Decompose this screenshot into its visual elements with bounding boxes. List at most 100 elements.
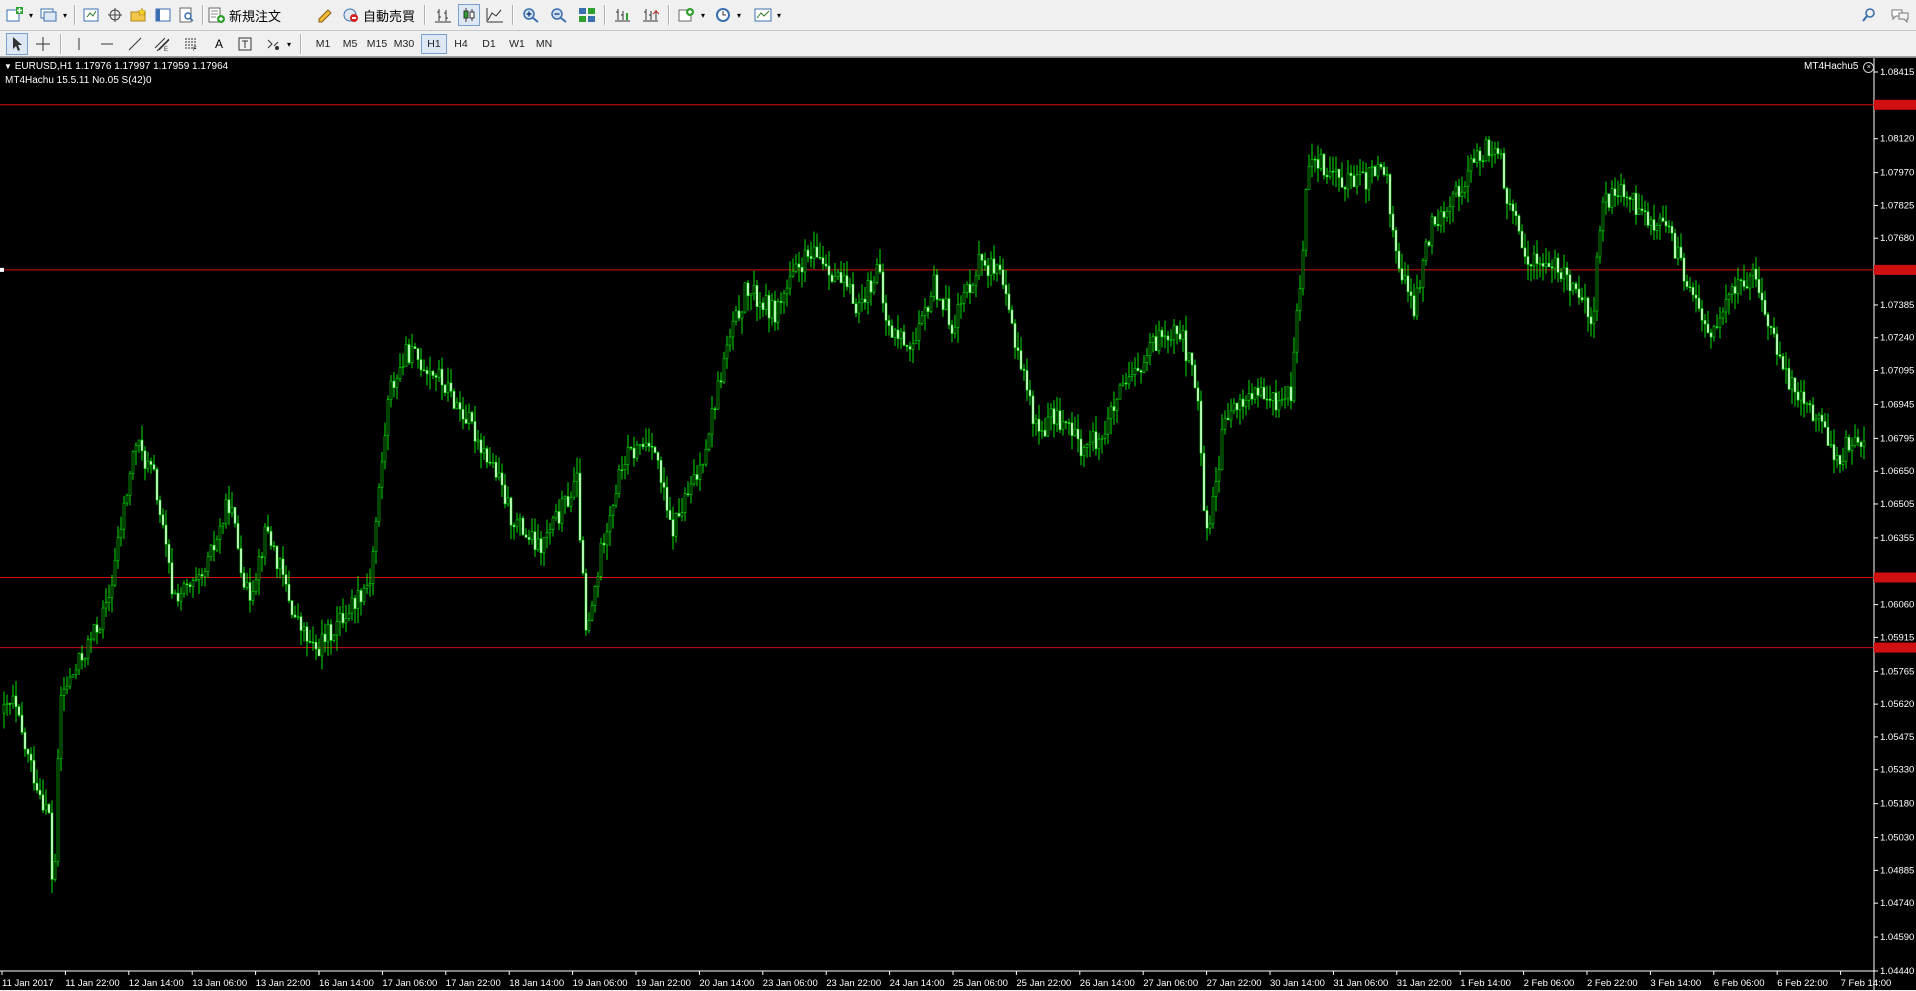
timeframe-m5[interactable]: M5 — [337, 34, 363, 54]
candle-body — [497, 472, 501, 478]
collapse-triangle-icon[interactable]: ▼ — [4, 62, 12, 71]
new-order-button[interactable]: 新規注文 — [208, 4, 288, 26]
y-tick-label: 1.07385 — [1880, 300, 1914, 311]
timeframe-m30[interactable]: M30 — [391, 34, 417, 54]
zoom-out-button[interactable] — [548, 4, 570, 26]
market-watch-button[interactable] — [80, 4, 102, 26]
candle-body — [965, 284, 969, 293]
candle-body — [794, 263, 798, 272]
vertical-line-button[interactable] — [68, 33, 90, 55]
x-tick-label: 18 Jan 14:00 — [509, 978, 564, 989]
candle-body — [689, 483, 693, 496]
metaeditor-button[interactable] — [314, 4, 336, 26]
auto-scroll-button[interactable] — [640, 4, 662, 26]
templates-button[interactable] — [752, 4, 774, 26]
timeframe-m1[interactable]: M1 — [310, 34, 336, 54]
candle-body — [1826, 426, 1830, 446]
candle-body — [1028, 389, 1032, 397]
chevron-down-icon[interactable]: ▾ — [774, 4, 784, 26]
navigator-button[interactable] — [128, 4, 150, 26]
fibonacci-button[interactable]: F — [180, 33, 202, 55]
new-chart-button[interactable] — [4, 4, 26, 26]
indicators-button[interactable] — [676, 4, 698, 26]
candle-body — [1652, 219, 1656, 231]
timeframe-w1[interactable]: W1 — [504, 34, 530, 54]
candle-body — [1820, 414, 1824, 422]
candlestick-chart-button[interactable] — [458, 4, 480, 26]
data-window-button[interactable] — [104, 4, 126, 26]
candle-body — [206, 556, 210, 572]
candle-body — [74, 669, 78, 675]
tile-windows-button[interactable] — [576, 4, 598, 26]
crosshair-button[interactable] — [32, 33, 54, 55]
x-tick-label: 13 Jan 22:00 — [256, 978, 311, 989]
periods-button[interactable] — [712, 4, 734, 26]
candle-body — [1553, 257, 1557, 269]
chevron-down-icon[interactable]: ▾ — [734, 4, 744, 26]
candle-body — [155, 468, 159, 501]
timeframe-m15[interactable]: M15 — [364, 34, 390, 54]
chat-button[interactable] — [1888, 4, 1912, 26]
chevron-down-icon[interactable]: ▾ — [26, 4, 36, 26]
candle-body — [1445, 211, 1449, 218]
timeframe-h4[interactable]: H4 — [448, 34, 474, 54]
equidistant-channel-button[interactable]: E — [152, 33, 174, 55]
candle-body — [755, 285, 759, 307]
profiles-button[interactable] — [38, 4, 60, 26]
candle-body — [488, 461, 492, 464]
chevron-down-icon[interactable]: ▾ — [698, 4, 708, 26]
strategy-tester-button[interactable] — [176, 4, 198, 26]
candle-body — [1070, 422, 1074, 436]
candle-body — [29, 753, 33, 761]
candle-body — [1235, 402, 1239, 411]
arrows-button[interactable] — [262, 33, 284, 55]
text-button[interactable]: A — [208, 33, 230, 55]
y-tick-label: 1.05475 — [1880, 732, 1914, 743]
trendline-button[interactable] — [124, 33, 146, 55]
chart-window[interactable]: 1.08415 1.08120 1.07970 1.07825 1.07680 1.073… — [0, 57, 1916, 991]
zoom-in-button[interactable] — [520, 4, 542, 26]
candle-body — [530, 531, 534, 540]
candle-body — [950, 324, 954, 334]
chevron-down-icon[interactable]: ▾ — [60, 4, 70, 26]
candle-body — [596, 576, 600, 587]
candle-body — [35, 782, 39, 791]
candle-body — [1691, 287, 1695, 296]
candle-body — [1013, 323, 1017, 348]
timeframe-d1[interactable]: D1 — [476, 34, 502, 54]
candle-body — [620, 469, 624, 472]
candle-body — [1856, 437, 1860, 443]
y-tick-label: 1.07825 — [1880, 200, 1914, 211]
candle-body — [1427, 241, 1431, 246]
candle-body — [1565, 267, 1569, 276]
terminal-button[interactable] — [152, 4, 174, 26]
ea-remove-icon[interactable]: × — [1863, 62, 1875, 73]
line-chart-button[interactable] — [484, 4, 506, 26]
bar-chart-button[interactable] — [432, 4, 454, 26]
chart-shift-button[interactable] — [612, 4, 634, 26]
candle-body — [1739, 279, 1743, 282]
search-button[interactable] — [1858, 4, 1880, 26]
toolbar-divider — [202, 5, 204, 25]
horizontal-line-button[interactable] — [96, 33, 118, 55]
candle-body — [251, 591, 255, 601]
text-label-button[interactable] — [234, 33, 256, 55]
timeframe-h1[interactable]: H1 — [421, 34, 447, 54]
price-chart[interactable]: 1.08415 1.08120 1.07970 1.07825 1.07680 1.073… — [0, 58, 1916, 991]
candle-body — [1646, 211, 1650, 226]
cursor-button[interactable] — [6, 33, 28, 55]
timeframe-mn[interactable]: MN — [531, 34, 557, 54]
line-anchor-handle[interactable] — [0, 267, 4, 272]
candle-body — [617, 469, 621, 494]
chevron-down-icon[interactable]: ▾ — [284, 33, 294, 55]
candle-body — [1493, 148, 1497, 155]
candle-body — [1406, 275, 1410, 293]
candle-body — [56, 758, 60, 862]
candle-body — [455, 402, 459, 409]
candle-body — [1241, 398, 1245, 407]
candle-body — [317, 648, 321, 657]
candle-body — [1247, 393, 1251, 401]
candle-body — [815, 246, 819, 258]
candle-body — [1322, 153, 1326, 176]
auto-trading-button[interactable]: 自動売買 — [342, 4, 418, 26]
